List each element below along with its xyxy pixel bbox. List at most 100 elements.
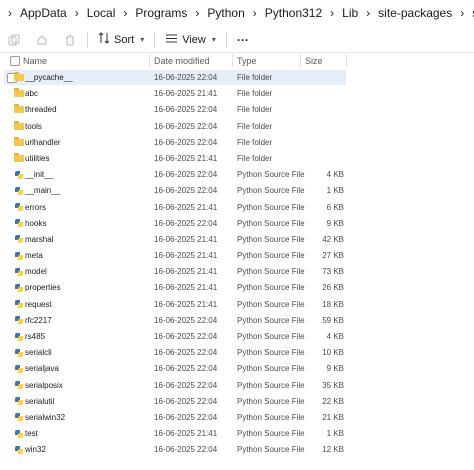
chevron-down-icon: ▾: [211, 35, 216, 44]
file-row[interactable]: abc 16-06-2025 21:41 File folder: [0, 86, 474, 102]
column-divider[interactable]: [346, 54, 347, 67]
file-date-modified: 16-06-2025 22:04: [154, 396, 218, 406]
breadcrumb-lib[interactable]: Lib: [338, 6, 362, 20]
file-row[interactable]: meta 16-06-2025 21:41 Python Source File 27…: [0, 248, 474, 264]
file-row[interactable]: utilities 16-06-2025 21:41 File folder: [0, 151, 474, 167]
file-type: File folder: [237, 105, 273, 115]
toolbar-divider: [225, 31, 227, 48]
chevron-right-icon[interactable]: ›: [71, 6, 83, 20]
file-type: Python Source File: [237, 299, 305, 309]
file-size: 4 KB: [326, 170, 344, 180]
file-name: urlhandler: [25, 137, 61, 147]
chevron-right-icon[interactable]: ›: [0, 6, 16, 20]
file-name: win32: [25, 445, 46, 455]
breadcrumb-python312[interactable]: Python312: [261, 6, 326, 20]
file-date-modified: 16-06-2025 21:41: [154, 89, 218, 99]
file-name: __main__: [25, 186, 61, 196]
file-size: 35 KB: [322, 380, 344, 390]
file-size: 9 KB: [326, 218, 344, 228]
file-row[interactable]: test 16-06-2025 21:41 Python Source File 1 …: [0, 426, 474, 442]
file-row[interactable]: threaded 16-06-2025 22:04 File folder: [0, 102, 474, 118]
file-row[interactable]: rfc2217 16-06-2025 22:04 Python Source Fil…: [0, 313, 474, 329]
breadcrumb-appdata[interactable]: AppData: [16, 6, 71, 20]
file-date-modified: 16-06-2025 22:04: [154, 186, 218, 196]
breadcrumb-site-packages[interactable]: site-packages: [374, 6, 456, 20]
file-type: Python Source File: [237, 348, 305, 358]
file-row[interactable]: marshal 16-06-2025 21:41 Python Source Fil…: [0, 232, 474, 248]
file-row[interactable]: rs485 16-06-2025 22:04 Python Source File 4…: [0, 329, 474, 345]
file-row[interactable]: win32 16-06-2025 22:04 Python Source File 1…: [0, 442, 474, 458]
file-size: 42 KB: [322, 234, 344, 244]
file-date-modified: 16-06-2025 22:04: [154, 170, 218, 180]
file-type: Python Source File: [237, 380, 305, 390]
share-icon[interactable]: [31, 29, 53, 51]
breadcrumb-serial[interactable]: serial: [468, 6, 474, 20]
view-icon: [165, 33, 178, 47]
file-row[interactable]: __init__ 16-06-2025 22:04 Python Source Fi…: [0, 167, 474, 183]
file-name: hooks: [25, 218, 47, 228]
file-name: utilities: [25, 153, 50, 163]
breadcrumb-python[interactable]: Python: [203, 6, 248, 20]
view-button[interactable]: View ▾: [161, 29, 220, 51]
chevron-right-icon[interactable]: ›: [119, 6, 131, 20]
file-row[interactable]: request 16-06-2025 21:41 Python Source Fil…: [0, 297, 474, 313]
file-row[interactable]: properties 16-06-2025 21:41 Python Source …: [0, 280, 474, 296]
chevron-right-icon[interactable]: ›: [456, 6, 468, 20]
file-row[interactable]: serialposix 16-06-2025 22:04 Python Source…: [0, 378, 474, 394]
sort-button[interactable]: Sort ▾: [94, 29, 148, 51]
file-row[interactable]: __main__ 16-06-2025 22:04 Python Source Fi…: [0, 183, 474, 199]
file-row[interactable]: serialwin32 16-06-2025 22:04 Python Source…: [0, 410, 474, 426]
breadcrumb: › AppData › Local › Programs › Python › …: [0, 0, 474, 26]
file-type: Python Source File: [237, 283, 305, 293]
select-all-checkbox[interactable]: [10, 56, 20, 66]
delete-icon[interactable]: [59, 29, 81, 51]
file-row[interactable]: model 16-06-2025 21:41 Python Source File 7…: [0, 264, 474, 280]
file-row[interactable]: hooks 16-06-2025 22:04 Python Source File 9…: [0, 216, 474, 232]
column-divider[interactable]: [149, 54, 150, 67]
file-type: Python Source File: [237, 186, 305, 196]
file-size: 59 KB: [322, 315, 344, 325]
chevron-right-icon[interactable]: ›: [326, 6, 338, 20]
file-size: 22 KB: [322, 396, 344, 406]
file-date-modified: 16-06-2025 21:41: [154, 267, 218, 277]
file-row[interactable]: serialcli 16-06-2025 22:04 Python Source F…: [0, 345, 474, 361]
column-header-type[interactable]: Type: [237, 56, 257, 66]
more-options-button[interactable]: ···: [233, 29, 253, 51]
file-row[interactable]: serialutil 16-06-2025 22:04 Python Source …: [0, 394, 474, 410]
chevron-right-icon[interactable]: ›: [191, 6, 203, 20]
chevron-right-icon[interactable]: ›: [249, 6, 261, 20]
file-row[interactable]: urlhandler 16-06-2025 22:04 File folder: [0, 135, 474, 151]
file-type: File folder: [237, 137, 273, 147]
file-date-modified: 16-06-2025 22:04: [154, 332, 218, 341]
chevron-down-icon: ▾: [140, 35, 145, 44]
file-row[interactable]: errors 16-06-2025 21:41 Python Source File…: [0, 200, 474, 216]
column-header-date[interactable]: Date modified: [154, 56, 210, 66]
column-divider[interactable]: [300, 54, 301, 67]
file-row[interactable]: tools 16-06-2025 22:04 File folder: [0, 119, 474, 135]
file-size: 21 KB: [322, 412, 344, 422]
file-size: 4 KB: [326, 332, 344, 341]
file-row[interactable]: serialjava 16-06-2025 22:04 Python Source …: [0, 361, 474, 377]
file-date-modified: 16-06-2025 22:04: [154, 73, 218, 82]
file-date-modified: 16-06-2025 21:41: [154, 283, 218, 293]
column-divider[interactable]: [232, 54, 233, 67]
file-name: serialjava: [25, 364, 59, 374]
column-header-name[interactable]: Name: [23, 56, 47, 66]
file-list: __pycache__ 16-06-2025 22:04 File folder ab…: [0, 70, 474, 459]
chevron-right-icon[interactable]: ›: [362, 6, 374, 20]
breadcrumb-local[interactable]: Local: [83, 6, 120, 20]
view-label: View: [182, 33, 206, 46]
file-name: marshal: [25, 234, 54, 244]
file-date-modified: 16-06-2025 21:41: [154, 299, 218, 309]
file-type: Python Source File: [237, 234, 305, 244]
file-size: 1 KB: [326, 429, 344, 439]
copy-icon[interactable]: [3, 29, 25, 51]
file-name: request: [25, 299, 52, 309]
file-type: Python Source File: [237, 364, 305, 374]
file-row[interactable]: __pycache__ 16-06-2025 22:04 File folder: [0, 70, 474, 86]
file-size: 12 KB: [322, 445, 344, 455]
file-date-modified: 16-06-2025 22:04: [154, 445, 218, 455]
sort-label: Sort: [114, 33, 135, 46]
breadcrumb-programs[interactable]: Programs: [131, 6, 191, 20]
column-header-size[interactable]: Size: [305, 56, 323, 66]
